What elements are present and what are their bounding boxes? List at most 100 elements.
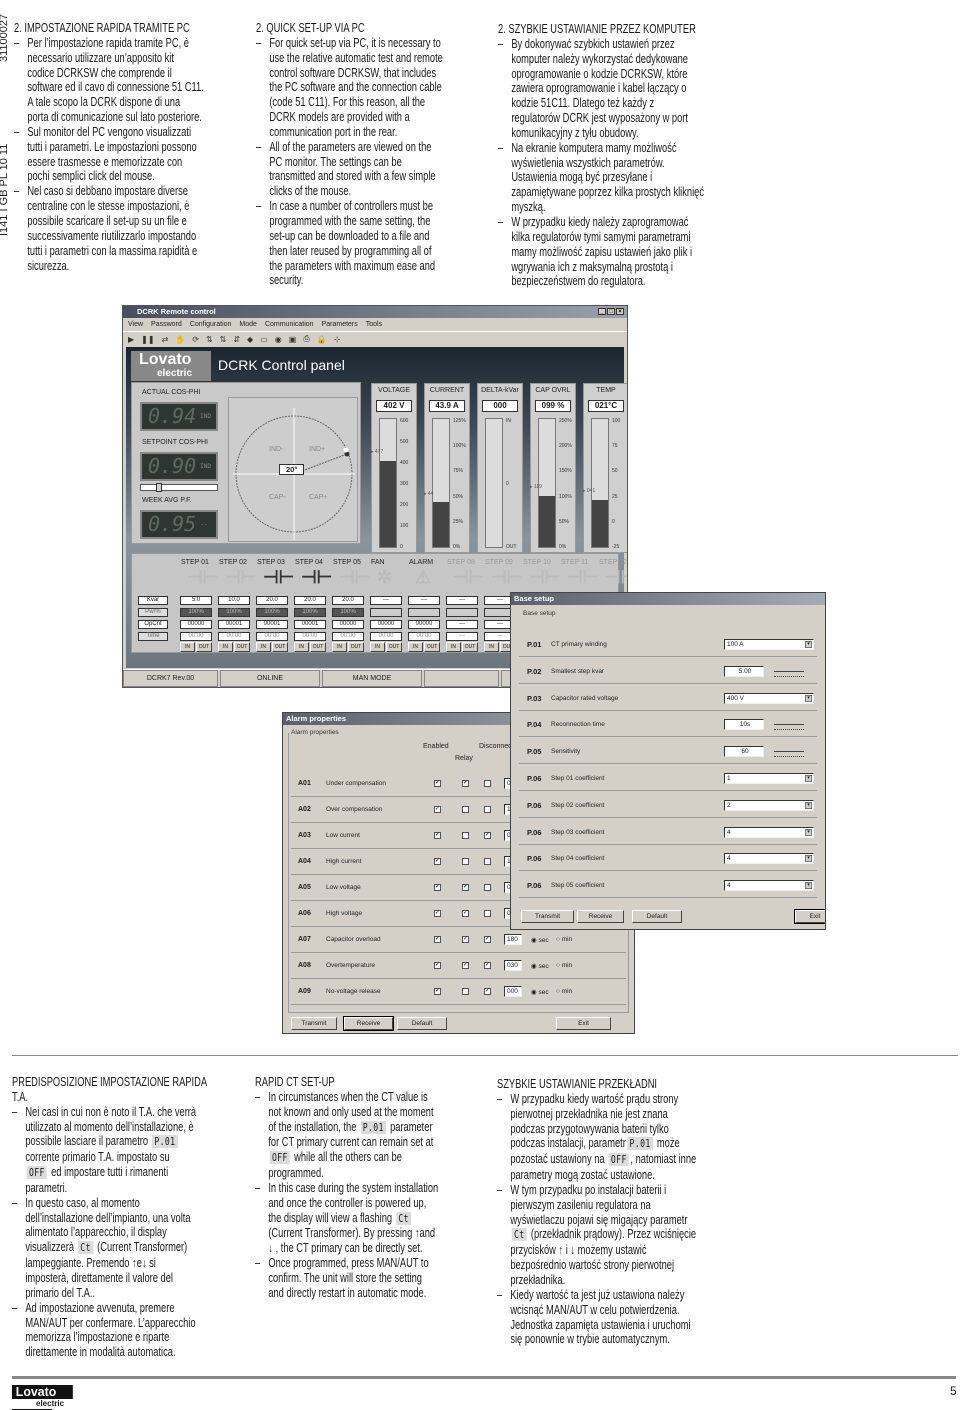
- unit-min-radio[interactable]: ○ min: [556, 988, 572, 995]
- step-in-button[interactable]: IN: [408, 642, 423, 652]
- param-select[interactable]: 2 ▾: [724, 799, 814, 811]
- menu-item-parameters[interactable]: Parameters: [322, 318, 358, 331]
- folder-icon[interactable]: ▭: [260, 335, 268, 344]
- settings-icon[interactable]: ⊹: [334, 335, 341, 344]
- dropdown-arrow-icon[interactable]: ▾: [805, 801, 812, 809]
- alarm-disconnect-checkbox[interactable]: ✓: [484, 988, 491, 995]
- step-out-button[interactable]: OUT: [348, 642, 364, 652]
- dropdown-arrow-icon[interactable]: ▾: [805, 775, 812, 782]
- diamond-icon[interactable]: ◆: [247, 335, 253, 344]
- alarm-disconnect-checkbox[interactable]: [484, 858, 491, 865]
- step-in-button[interactable]: IN: [218, 642, 233, 652]
- unit-sec-radio[interactable]: ◉ sec: [531, 988, 549, 996]
- transmit-button[interactable]: Transmit: [521, 910, 574, 923]
- step-in-button[interactable]: IN: [294, 642, 309, 652]
- disk-icon[interactable]: ◉: [275, 335, 282, 344]
- step-in-button[interactable]: IN: [446, 642, 461, 652]
- alarm-relay-checkbox[interactable]: [462, 858, 469, 865]
- alarm-enabled-checkbox[interactable]: ✓: [434, 936, 441, 943]
- alarm-disconnect-checkbox[interactable]: ✓: [484, 832, 491, 839]
- alarm-enabled-checkbox[interactable]: ✓: [434, 910, 441, 917]
- menu-item-configuration[interactable]: Configuration: [190, 318, 232, 331]
- setpoint-slider-thumb[interactable]: [156, 483, 162, 492]
- param-select[interactable]: 1 ▾: [724, 773, 814, 784]
- maximize-button[interactable]: □: [607, 308, 615, 315]
- exit-button[interactable]: Exit: [556, 1017, 611, 1030]
- step-in-button[interactable]: IN: [180, 642, 195, 652]
- receive-button[interactable]: Receive: [577, 910, 624, 923]
- alarm-enabled-checkbox[interactable]: ✓: [434, 858, 441, 865]
- step-in-button[interactable]: IN: [256, 642, 271, 652]
- alarm-relay-checkbox[interactable]: ✓: [462, 910, 469, 917]
- menu-item-password[interactable]: Password: [151, 318, 182, 331]
- step-out-button[interactable]: OUT: [462, 642, 478, 652]
- hand-icon[interactable]: ✋: [175, 335, 185, 344]
- unit-min-radio[interactable]: ○ min: [556, 936, 572, 943]
- alarm-delay-field[interactable]: 000: [504, 986, 522, 997]
- alarm-relay-checkbox[interactable]: [462, 988, 469, 995]
- alarm-delay-field[interactable]: 030: [504, 960, 522, 971]
- param-select[interactable]: 400 V ▾: [724, 692, 814, 704]
- param-slider[interactable]: [774, 721, 804, 731]
- alarm-enabled-checkbox[interactable]: ✓: [434, 806, 441, 813]
- setpoint-slider[interactable]: [140, 484, 218, 491]
- default-button[interactable]: Default: [397, 1017, 447, 1030]
- alarm-relay-checkbox[interactable]: ✓: [462, 962, 469, 969]
- step-out-button[interactable]: OUT: [196, 642, 212, 652]
- dropdown-arrow-icon[interactable]: ▾: [805, 641, 812, 648]
- alarm-enabled-checkbox[interactable]: ✓: [434, 884, 441, 891]
- minimize-button[interactable]: _: [598, 308, 606, 315]
- alarm-relay-checkbox[interactable]: ✓: [462, 884, 469, 891]
- alarm-enabled-checkbox[interactable]: ✓: [434, 988, 441, 995]
- step-out-button[interactable]: OUT: [424, 642, 440, 652]
- menu-item-view[interactable]: View: [128, 318, 143, 331]
- dropdown-arrow-icon[interactable]: ▾: [805, 882, 812, 890]
- param-select[interactable]: 4 ▾: [724, 880, 814, 892]
- transmit-button[interactable]: Transmit: [291, 1017, 337, 1030]
- alarm-disconnect-checkbox[interactable]: [484, 780, 491, 787]
- unit-sec-radio[interactable]: ◉ sec: [531, 962, 549, 970]
- alarm-delay-field[interactable]: 180: [504, 934, 522, 945]
- menu-item-mode[interactable]: Mode: [239, 318, 257, 331]
- alarm-relay-checkbox[interactable]: ✓: [462, 936, 469, 943]
- step-in-button[interactable]: IN: [332, 642, 347, 652]
- param-input[interactable]: 60: [724, 746, 764, 758]
- alarm-enabled-checkbox[interactable]: ✓: [434, 832, 441, 839]
- step-out-button[interactable]: OUT: [272, 642, 288, 652]
- step-in-button[interactable]: IN: [484, 642, 499, 652]
- step-in-button[interactable]: IN: [370, 642, 385, 652]
- step-out-button[interactable]: OUT: [310, 642, 326, 652]
- exit-button[interactable]: Exit: [794, 909, 825, 924]
- alarm-relay-checkbox[interactable]: [462, 806, 469, 813]
- menu-item-tools[interactable]: Tools: [366, 318, 382, 331]
- step-a-icon[interactable]: ⇅: [220, 335, 227, 344]
- connect-icon[interactable]: ⇄: [162, 335, 169, 344]
- menu-item-communication[interactable]: Communication: [265, 318, 314, 331]
- default-button[interactable]: Default: [632, 910, 682, 923]
- lock-icon[interactable]: 🔒: [317, 335, 327, 344]
- alarm-disconnect-checkbox[interactable]: ✓: [484, 936, 491, 943]
- step-out-button[interactable]: OUT: [234, 642, 250, 652]
- param-slider[interactable]: [774, 668, 804, 677]
- sort-icon[interactable]: ⇵: [233, 335, 240, 344]
- param-slider[interactable]: [774, 748, 804, 758]
- alarm-disconnect-checkbox[interactable]: ✓: [484, 962, 491, 969]
- window-icon[interactable]: ▣: [289, 335, 297, 344]
- refresh-icon[interactable]: ⟳: [192, 335, 199, 344]
- alarm-enabled-checkbox[interactable]: ✓: [434, 780, 441, 787]
- close-button[interactable]: ×: [616, 308, 624, 315]
- unit-sec-radio[interactable]: ◉ sec: [531, 936, 549, 944]
- play-icon[interactable]: ▶: [128, 335, 134, 344]
- param-select[interactable]: 4 ▾: [724, 853, 814, 865]
- alarm-disconnect-checkbox[interactable]: [484, 910, 491, 917]
- step-out-button[interactable]: OUT: [386, 642, 402, 652]
- alarm-enabled-checkbox[interactable]: ✓: [434, 962, 441, 969]
- alarm-disconnect-checkbox[interactable]: [484, 884, 491, 891]
- print-icon[interactable]: ⎙: [303, 334, 309, 344]
- unit-min-radio[interactable]: ○ min: [556, 962, 572, 969]
- step-b-icon[interactable]: ⇅: [206, 335, 213, 344]
- dropdown-arrow-icon[interactable]: ▾: [805, 855, 812, 863]
- dropdown-arrow-icon[interactable]: ▾: [805, 694, 812, 702]
- param-input[interactable]: 5.00: [724, 665, 764, 677]
- alarm-relay-checkbox[interactable]: [462, 832, 469, 839]
